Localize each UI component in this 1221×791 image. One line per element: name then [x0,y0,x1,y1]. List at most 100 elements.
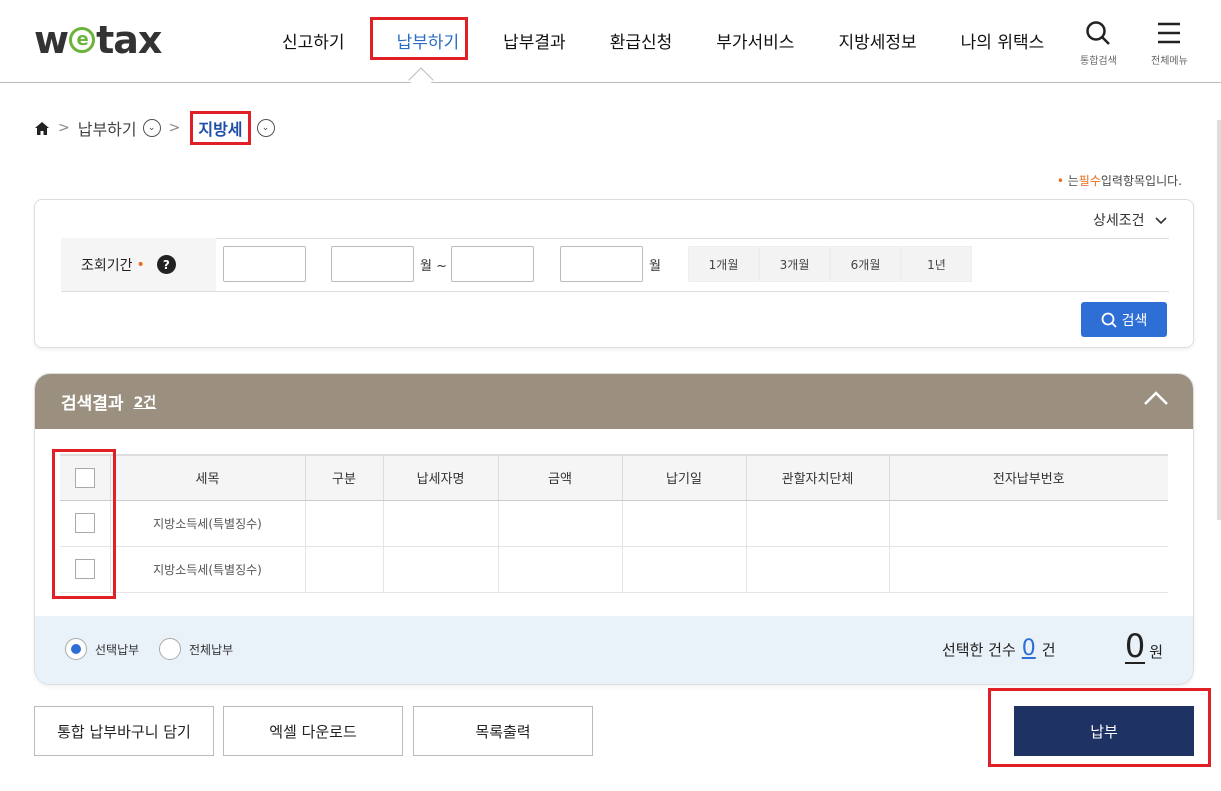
radio-selected-label: 선택납부 [95,642,140,657]
print-list-button[interactable]: 목록출력 [413,706,593,756]
period-label: 조회기간 [81,257,133,274]
chevron-up-icon[interactable] [1143,390,1169,406]
excel-download-button[interactable]: 엑셀 다운로드 [223,706,403,756]
chevron-down-icon [1155,217,1167,225]
scrollbar[interactable] [1217,120,1221,520]
highlight-box-pay [988,688,1211,767]
header: w e tax 신고하기 납부하기 납부결과 환급신청 부가서비스 지방세정보 나의… [0,0,1221,93]
start-month-input[interactable] [331,246,414,282]
integrated-search-button[interactable]: 통합검색 [1080,20,1117,67]
all-menu-label: 전체메뉴 [1151,56,1188,67]
nav-local-tax-info[interactable]: 지방세정보 [838,28,916,53]
chevron-down-icon[interactable]: ⌄ [256,119,275,137]
period-3-month-button[interactable]: 3개월 [759,246,830,282]
add-to-cart-button[interactable]: 통합 납부바구니 담기 [34,706,214,756]
search-icon [1101,312,1117,328]
help-icon[interactable]: ? [156,255,176,274]
column-due-date: 납기일 [622,454,747,501]
start-year-input[interactable] [223,246,306,282]
detail-conditions-label: 상세조건 [1093,213,1145,229]
result-panel: 검색결과 2건 세목 구분 납세자명 금액 납기일 관할자치단체 전자납부번호 … [34,373,1194,685]
radio-all-label: 전체납부 [189,642,234,657]
required-note-pre: 는 [1067,174,1079,188]
column-local-government: 관할자치단체 [746,454,890,501]
period-label-cell: 조회기간 • ? [61,238,216,291]
column-type: 구분 [305,454,384,501]
cell-tax-item: 지방소득세(특별징수) [110,500,306,547]
end-month-input[interactable] [560,246,643,282]
cell-local-government [746,546,890,593]
result-table: 세목 구분 납세자명 금액 납기일 관할자치단체 전자납부번호 지방소득세(특별… [60,454,1168,593]
column-taxpayer: 납세자명 [383,454,499,501]
column-tax-item: 세목 [110,454,306,501]
cell-tax-item: 지방소득세(특별징수) [110,546,306,593]
selected-count-label: 선택한 건수 [942,641,1016,659]
quick-period-group: 1개월 3개월 6개월 1년 [688,246,972,282]
period-6-month-button[interactable]: 6개월 [830,246,901,282]
chevron-down-icon[interactable]: ⌄ [142,119,161,137]
search-panel: 상세조건 조회기간 • ? 월 ~ 월 1개월 3개월 6개월 1년 검색 [34,199,1194,348]
cell-amount [498,546,623,593]
required-note-word: 필수 [1078,174,1101,188]
search-icon [1086,21,1111,45]
radio-all-payment[interactable]: 전체납부 [159,638,233,660]
required-dot: • [1056,174,1064,188]
cell-due-date [622,500,747,547]
nav-report[interactable]: 신고하기 [282,28,345,53]
nav-active-caret [408,67,434,93]
table-row: 지방소득세(특별징수) [60,500,1168,547]
integrated-search-label: 통합검색 [1080,56,1117,67]
required-note: • 는필수입력항목입니다. [1057,172,1182,189]
divider [61,291,1169,292]
home-icon[interactable] [34,121,50,136]
chevron-right-icon: > [58,120,70,136]
breadcrumb-current[interactable]: 지방세 [190,111,251,145]
search-button-label: 검색 [1121,312,1148,329]
hamburger-icon [1158,22,1181,44]
radio-selected-payment[interactable]: 선택납부 [65,638,139,660]
cell-due-date [622,546,747,593]
month-label: 월 [649,259,661,274]
cell-type [305,500,384,547]
detail-conditions-toggle[interactable]: 상세조건 [1093,210,1167,230]
selected-count: 선택한 건수 0 건 [942,636,1056,661]
cell-local-government [746,500,890,547]
result-header: 검색결과 2건 [35,374,1193,429]
table-header-row: 세목 구분 납세자명 금액 납기일 관할자치단체 전자납부번호 [60,454,1168,501]
radio-circle [159,638,181,660]
logo-text-w: w [34,18,69,62]
cell-type [305,546,384,593]
cell-taxpayer [383,546,499,593]
selected-amount: 0 원 [1124,627,1163,665]
selected-count-value: 0 [1021,636,1036,661]
period-1-month-button[interactable]: 1개월 [688,246,759,282]
end-year-input[interactable] [451,246,534,282]
period-1-year-button[interactable]: 1년 [901,246,972,282]
column-amount: 금액 [498,454,623,501]
nav-refund[interactable]: 환급신청 [610,28,673,53]
breadcrumb-parent[interactable]: 납부하기 [78,116,137,140]
result-title: 검색결과 [61,394,124,414]
radio-circle-checked [65,638,87,660]
selected-count-unit: 건 [1041,641,1056,659]
cell-taxpayer [383,500,499,547]
required-note-post: 입력항목입니다. [1100,174,1182,188]
required-dot: • [136,256,145,273]
selected-amount-value: 0 [1124,627,1146,665]
wetax-logo[interactable]: w e tax [34,18,162,62]
nav-payment-result[interactable]: 납부결과 [503,28,566,53]
cell-amount [498,500,623,547]
cell-e-payment-number [889,500,1168,547]
selected-amount-unit: 원 [1149,643,1163,661]
nav-my-wetax[interactable]: 나의 위택스 [961,28,1045,53]
breadcrumb: > 납부하기 ⌄ > 지방세 ⌄ [34,111,275,145]
divider [61,238,1169,239]
month-range-label: 월 ~ [420,259,447,274]
logo-text-tax: tax [96,18,162,62]
search-button[interactable]: 검색 [1081,302,1167,337]
column-e-payment-number: 전자납부번호 [889,454,1168,501]
highlight-box-nav [370,17,468,60]
nav-extra-service[interactable]: 부가서비스 [716,28,794,53]
chevron-right-icon: > [168,120,181,136]
all-menu-button[interactable]: 전체메뉴 [1151,20,1188,67]
